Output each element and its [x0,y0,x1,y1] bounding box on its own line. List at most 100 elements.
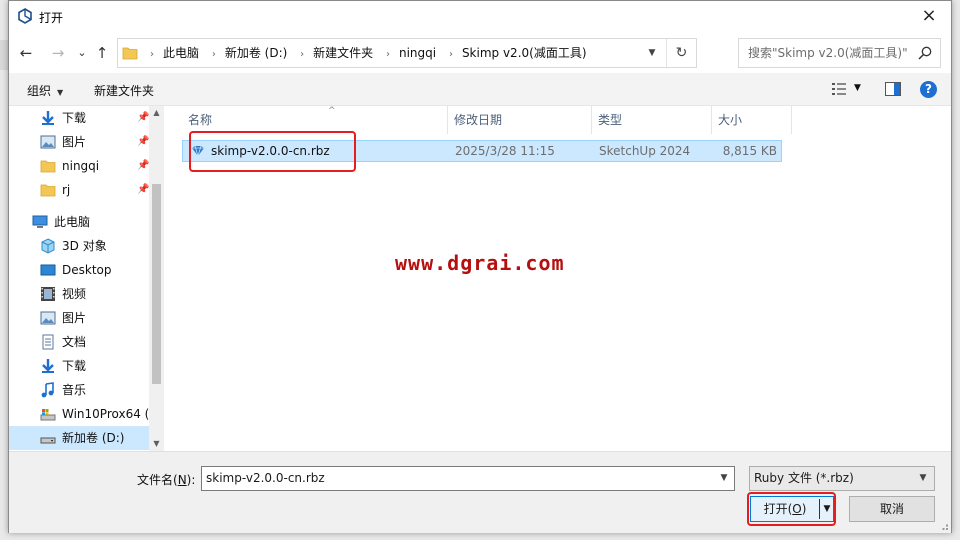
chevron-down-icon[interactable]: ▼ [714,467,734,490]
navigation-pane: 下载 📌 图片 📌 ningqi 📌 rj 📌 此电脑 3D 对象 Deskto… [9,106,164,451]
recent-locations-button[interactable]: ⌄ [71,43,93,65]
file-type-value: Ruby 文件 (*.rbz) [754,471,854,485]
forward-button[interactable]: → [47,43,69,65]
help-icon[interactable]: ? [920,81,937,98]
navigation-bar: ← → ⌄ ↑ › 此电脑 › 新加卷 (D:) › 新建文件夹 › ningqi › S… [9,33,951,73]
documents-icon [42,334,54,350]
sidebar-item-label: 此电脑 [54,215,91,229]
chevron-right-icon: › [211,49,216,60]
highlight-open-box [747,492,836,526]
music-icon [41,382,54,398]
scroll-up-icon[interactable]: ▲ [149,106,164,120]
organize-menu[interactable]: 组织 ▼ [27,82,63,99]
breadcrumb-ningqi[interactable]: ningqi [396,39,439,67]
file-type: SketchUp 2024 [599,144,691,158]
watermark-text: www.dgrai.com [395,251,565,275]
preview-pane-icon[interactable] [885,82,901,96]
new-folder-button[interactable]: 新建文件夹 [94,82,154,99]
close-button[interactable]: × [907,1,951,32]
column-header-type[interactable]: 类型 [592,106,712,134]
up-button[interactable]: ↑ [91,43,113,65]
scrollbar-thumb[interactable] [152,184,161,384]
folder-icon [40,160,56,173]
filename-value: skimp-v2.0.0-cn.rbz [206,471,325,485]
up-arrow-icon: ↑ [95,44,109,62]
organize-label: 组织 [27,84,52,98]
cancel-button[interactable]: 取消 [849,496,935,522]
sidebar-item-music[interactable]: 音乐 [9,378,149,402]
back-button[interactable]: ← [15,43,37,65]
system-drive-icon [40,409,56,421]
sidebar-item-desktop[interactable]: Desktop [9,258,149,282]
view-dropdown-icon[interactable]: ▼ [854,83,861,93]
sidebar-item-label: 图片 [62,311,87,325]
sort-ascending-icon: ^ [328,106,336,116]
drive-icon [40,437,56,444]
breadcrumb-skimp[interactable]: Skimp v2.0(减面工具) [459,39,590,67]
address-dropdown-button[interactable]: ▼ [642,39,662,67]
file-type-select[interactable]: Ruby 文件 (*.rbz) ▼ [749,466,935,491]
sidebar-item-drive-c[interactable]: Win10Prox64 (C [9,402,158,426]
sidebar-item-label: Desktop [62,263,112,277]
sidebar-item-videos[interactable]: 视频 [9,282,149,306]
sidebar-item-label: 下载 [62,359,87,373]
caret-down-icon: ▼ [57,88,64,97]
column-header-label: 名称 [188,113,213,127]
videos-icon [41,287,55,301]
resize-grip-icon[interactable] [939,521,949,531]
sidebar-item-label: 下载 [62,111,87,125]
pin-icon: 📌 [137,184,150,195]
search-box[interactable]: 搜索"Skimp v2.0(减面工具)" [738,38,941,68]
sidebar-item-documents[interactable]: 文档 [9,330,149,354]
sidebar-item-downloads-quick[interactable]: 下载 📌 [9,106,149,130]
pin-icon: 📌 [137,160,150,171]
file-list: 名称 ^ 修改日期 类型 大小 skimp-v2.0.0-cn.rbz 2025… [164,106,951,451]
breadcrumb-drive-d[interactable]: 新加卷 (D:) [222,39,290,67]
new-folder-label: 新建文件夹 [94,84,155,98]
download-icon [42,111,54,125]
breadcrumb-this-pc[interactable]: 此电脑 [160,39,202,67]
sidebar-item-label: 新加卷 (D:) [62,431,125,445]
column-header-modified[interactable]: 修改日期 [448,106,592,134]
highlight-file-box [189,131,356,172]
column-header-size[interactable]: 大小 [712,106,792,134]
sidebar-item-pictures-quick[interactable]: 图片 📌 [9,130,149,154]
folder-icon [40,184,56,197]
breadcrumb-new-folder[interactable]: 新建文件夹 [310,39,376,67]
view-options-icon[interactable] [831,82,847,96]
pin-icon: 📌 [137,136,150,147]
sidebar-item-ningqi[interactable]: ningqi 📌 [9,154,149,178]
filename-field[interactable]: skimp-v2.0.0-cn.rbz ▼ [201,466,735,491]
column-header-label: 修改日期 [454,113,503,127]
chevron-down-icon: ▼ [648,48,656,58]
computer-icon [32,215,48,228]
sidebar-item-label: 3D 对象 [62,239,107,253]
column-header-name[interactable]: 名称 ^ [182,106,448,134]
search-input[interactable]: 搜索"Skimp v2.0(减面工具)" [748,39,913,67]
file-size: 8,815 KB [722,144,777,158]
chevron-right-icon: › [448,49,453,60]
sidebar-item-this-pc[interactable]: 此电脑 [9,210,149,234]
search-icon [918,46,932,60]
pin-icon: 📌 [137,112,150,123]
filename-label: 文件名(N): [137,473,196,487]
address-bar[interactable]: › 此电脑 › 新加卷 (D:) › 新建文件夹 › ningqi › Skimp v2.… [117,38,697,68]
sidebar-item-pictures[interactable]: 图片 [9,306,149,330]
sidebar-item-rj[interactable]: rj 📌 [9,178,149,202]
title-bar: 打开 × [9,1,951,33]
navigation-scrollbar[interactable]: ▲ ▼ [149,106,164,451]
sidebar-item-label: Win10Prox64 (C [62,407,158,421]
sidebar-item-3d-objects[interactable]: 3D 对象 [9,234,149,258]
download-icon [42,359,54,373]
folder-icon [122,47,138,60]
sidebar-item-drive-d[interactable]: 新加卷 (D:) [9,426,149,450]
sidebar-item-downloads[interactable]: 下载 [9,354,149,378]
chevron-right-icon: › [150,49,154,60]
chevron-right-icon: › [385,49,390,60]
background-strip [0,40,8,70]
breadcrumb: › 此电脑 › 新加卷 (D:) › 新建文件夹 › ningqi › Skimp v2.… [144,39,590,67]
refresh-button[interactable]: ↻ [666,39,696,67]
scroll-down-icon[interactable]: ▼ [149,437,164,451]
sidebar-item-label: 音乐 [62,383,87,397]
chevron-down-icon: ▼ [919,473,927,483]
